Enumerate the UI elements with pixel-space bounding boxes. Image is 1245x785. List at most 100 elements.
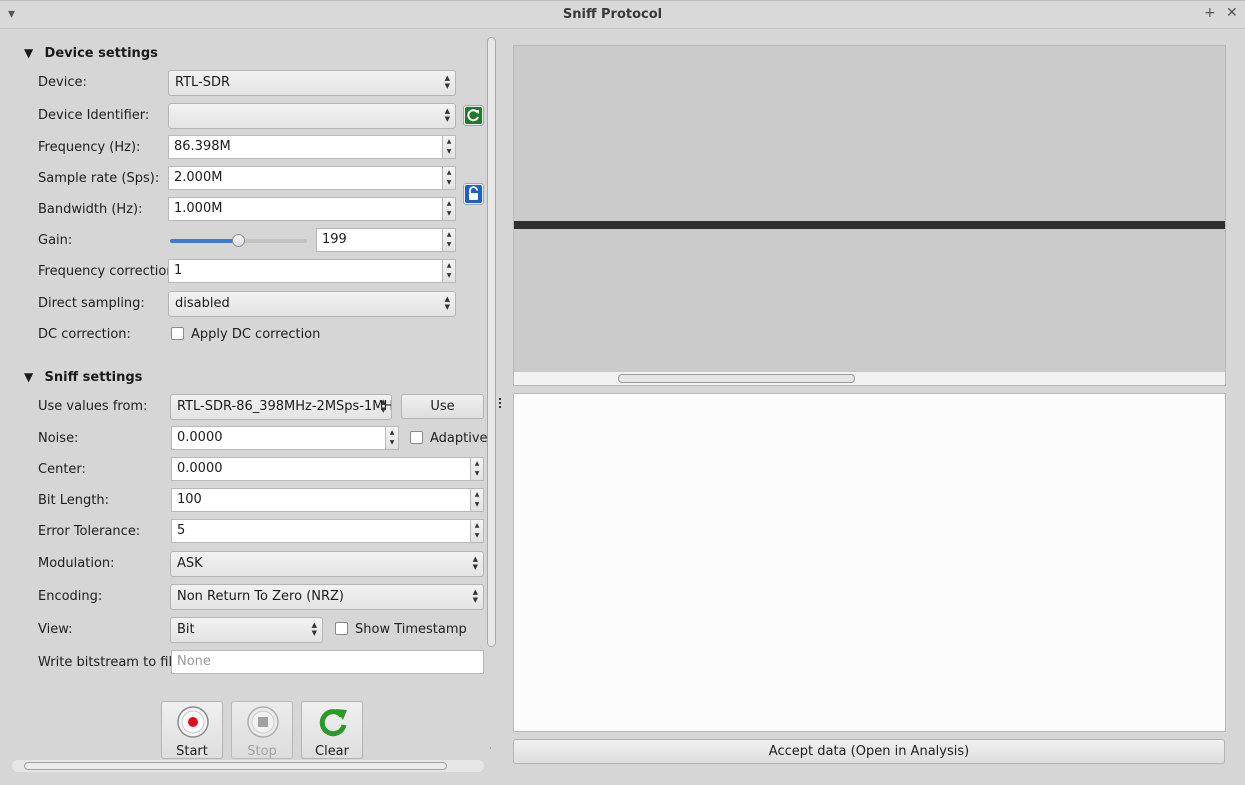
device-settings-header[interactable]: ▼ Device settings [24,46,158,61]
device-label: Device: [38,75,87,90]
show-timestamp-checkbox[interactable] [335,622,348,635]
frequency-correction-label: Frequency correction: [38,264,179,279]
bandwidth-stepper[interactable]: ▲ ▼ [443,197,456,221]
device-combo-value: RTL-SDR [175,75,231,90]
view-value: Bit [177,622,195,637]
signal-trace [514,221,1225,229]
clear-button[interactable]: Clear [301,701,363,759]
frequency-stepper[interactable]: ▲ ▼ [443,135,456,159]
scroll-end-marker: · [489,744,492,754]
frequency-correction-input[interactable]: 1 [168,259,443,283]
refresh-device-button[interactable] [463,105,484,126]
combo-arrows-icon: ▲ ▼ [444,74,450,90]
dc-correction-label: DC correction: [38,327,131,342]
write-bitstream-label: Write bitstream to file: [38,655,185,670]
view-combo[interactable]: Bit ▲ ▼ [170,617,323,643]
lock-bandwidth-button[interactable] [463,183,484,205]
direct-sampling-value: disabled [175,296,230,311]
sample-rate-stepper[interactable]: ▲ ▼ [443,166,456,190]
bit-length-input[interactable]: 100 [171,488,471,512]
splitter-handle[interactable] [499,398,502,412]
device-settings-title: Device settings [44,46,158,61]
left-panel-vertical-scrollbar[interactable] [487,37,496,647]
device-combo[interactable]: RTL-SDR ▲ ▼ [168,70,456,96]
decoded-data-textarea[interactable] [513,393,1226,732]
window-title: Sniff Protocol [562,7,663,22]
sample-rate-input[interactable]: 2.000M [168,166,443,190]
frequency-correction-stepper[interactable]: ▲ ▼ [443,259,456,283]
modulation-combo[interactable]: ASK ▲ ▼ [170,551,484,577]
use-values-from-value: RTL-SDR-86_398MHz-2MSps-1MHz [177,399,392,414]
bandwidth-label: Bandwidth (Hz): [38,202,143,217]
accept-data-button[interactable]: Accept data (Open in Analysis) [513,739,1225,764]
plot-horizontal-scroll-thumb[interactable] [618,374,855,383]
error-tolerance-stepper[interactable]: ▲ ▼ [471,519,484,543]
frequency-input[interactable]: 86.398M [168,135,443,159]
left-panel-horizontal-scroll-thumb[interactable] [24,762,447,770]
error-tolerance-input[interactable]: 5 [171,519,471,543]
dc-correction-checkbox-label[interactable]: Apply DC correction [191,327,320,342]
encoding-value: Non Return To Zero (NRZ) [177,589,344,604]
adaptive-checkbox-label[interactable]: Adaptive [430,431,488,446]
gain-input[interactable]: 199 [316,228,443,252]
modulation-value: ASK [177,556,203,571]
gain-slider-handle[interactable] [232,234,245,247]
collapse-triangle-icon: ▼ [24,370,34,384]
gain-label: Gain: [38,233,73,248]
sniff-settings-title: Sniff settings [44,370,143,385]
center-label: Center: [38,462,86,477]
device-identifier-label: Device Identifier: [38,108,150,123]
stop-button-label: Stop [247,744,277,759]
use-values-from-label: Use values from: [38,399,148,414]
lock-icon [465,185,482,203]
bit-length-label: Bit Length: [38,493,109,508]
bandwidth-input[interactable]: 1.000M [168,197,443,221]
sniff-settings-header[interactable]: ▼ Sniff settings [24,370,142,385]
collapse-triangle-icon: ▼ [24,46,34,60]
combo-arrows-icon: ▲ ▼ [444,295,450,311]
noise-input[interactable]: 0.0000 [171,426,386,450]
combo-arrows-icon: ▲ ▼ [472,555,478,571]
center-input[interactable]: 0.0000 [171,457,471,481]
gain-slider[interactable] [170,234,307,247]
show-timestamp-label[interactable]: Show Timestamp [355,622,467,637]
close-window-icon[interactable]: ✕ [1226,5,1238,21]
plot-horizontal-scrollbar[interactable] [514,371,1225,385]
device-identifier-combo[interactable]: ▲ ▼ [168,103,456,129]
adaptive-checkbox[interactable] [410,431,423,444]
encoding-combo[interactable]: Non Return To Zero (NRZ) ▲ ▼ [170,584,484,610]
write-bitstream-input[interactable]: None [171,650,484,674]
modulation-label: Modulation: [38,556,115,571]
direct-sampling-label: Direct sampling: [38,296,145,311]
use-values-from-combo[interactable]: RTL-SDR-86_398MHz-2MSps-1MHz ▲ ▼ [170,394,392,420]
combo-arrows-icon: ▲ ▼ [444,107,450,123]
titlebar-divider [0,28,1245,29]
use-values-button[interactable]: Use [401,394,484,419]
clear-icon [319,709,347,737]
start-button-label: Start [176,744,208,759]
combo-arrows-icon: ▲ ▼ [472,588,478,604]
bit-length-stepper[interactable]: ▲ ▼ [471,488,484,512]
start-button[interactable]: Start [161,701,223,759]
signal-plot[interactable] [513,45,1226,386]
frequency-label: Frequency (Hz): [38,140,141,155]
error-tolerance-label: Error Tolerance: [38,524,141,539]
encoding-label: Encoding: [38,589,103,604]
clear-button-label: Clear [315,744,349,759]
sample-rate-label: Sample rate (Sps): [38,171,160,186]
dc-correction-checkbox[interactable] [171,327,184,340]
refresh-icon [465,107,482,124]
noise-stepper[interactable]: ▲ ▼ [386,426,399,450]
window-titlebar: ▾ Sniff Protocol + ✕ [0,0,1245,28]
combo-arrows-icon: ▲ ▼ [380,398,386,414]
noise-label: Noise: [38,431,79,446]
center-stepper[interactable]: ▲ ▼ [471,457,484,481]
gain-slider-fill [170,239,239,243]
combo-arrows-icon: ▲ ▼ [311,621,317,637]
record-icon [177,706,209,738]
stop-button[interactable]: Stop [231,701,293,759]
gain-stepper[interactable]: ▲ ▼ [443,228,456,252]
float-window-icon[interactable]: + [1204,5,1216,21]
direct-sampling-combo[interactable]: disabled ▲ ▼ [168,291,456,317]
stop-icon [247,706,279,738]
